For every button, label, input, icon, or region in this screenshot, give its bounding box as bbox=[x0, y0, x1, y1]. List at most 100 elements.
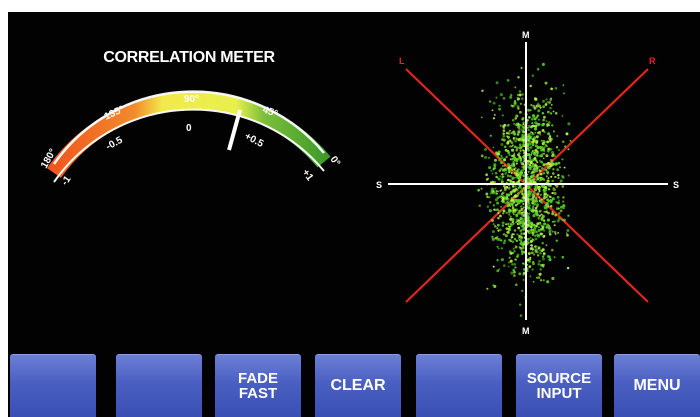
scatter-point bbox=[546, 218, 550, 222]
scatter-point bbox=[521, 253, 524, 256]
scatter-point bbox=[500, 180, 504, 184]
scatter-point bbox=[505, 132, 509, 135]
scatter-point bbox=[561, 140, 565, 144]
scatter-point bbox=[543, 206, 547, 210]
scatter-point bbox=[552, 220, 554, 223]
source-input-button[interactable]: SOURCE INPUT bbox=[516, 354, 602, 417]
scatter-point bbox=[503, 170, 506, 172]
scatter-point bbox=[514, 204, 518, 207]
scatter-point bbox=[537, 104, 542, 108]
scatter-point bbox=[517, 76, 520, 79]
scatter-point bbox=[516, 255, 519, 258]
scatter-point bbox=[545, 154, 549, 158]
scatter-point bbox=[503, 145, 507, 149]
scatter-point bbox=[527, 108, 531, 112]
scatter-point bbox=[517, 201, 520, 204]
softkey-2[interactable] bbox=[116, 354, 202, 417]
scatter-point bbox=[556, 201, 560, 205]
scatter-point bbox=[534, 209, 537, 212]
scatter-point bbox=[517, 107, 520, 110]
scatter-point bbox=[517, 130, 521, 134]
clear-button[interactable]: CLEAR bbox=[315, 354, 401, 417]
scatter-point bbox=[551, 276, 555, 281]
scatter-point bbox=[543, 150, 546, 153]
scatter-point bbox=[543, 184, 546, 187]
scatter-point bbox=[490, 187, 494, 191]
scatter-point bbox=[507, 124, 510, 126]
scatter-point bbox=[553, 224, 556, 227]
scatter-point bbox=[562, 207, 565, 210]
scatter-point bbox=[490, 169, 493, 172]
scatter-point bbox=[498, 214, 502, 218]
scatter-point bbox=[535, 200, 539, 203]
scatter-point bbox=[554, 213, 558, 217]
scatter-point bbox=[569, 139, 572, 142]
scatter-point bbox=[518, 272, 522, 276]
scatter-point bbox=[518, 143, 522, 147]
scatter-point bbox=[509, 215, 512, 218]
scatter-point bbox=[502, 209, 506, 213]
scatter-point bbox=[541, 227, 544, 231]
scatter-point bbox=[514, 258, 517, 261]
menu-button[interactable]: MENU bbox=[614, 354, 700, 417]
scatter-point bbox=[494, 187, 497, 190]
scatter-point bbox=[531, 193, 535, 197]
scatter-point bbox=[514, 117, 517, 120]
scatter-point bbox=[530, 103, 533, 107]
scatter-point bbox=[539, 169, 542, 173]
clear-label: CLEAR bbox=[330, 377, 386, 394]
scatter-point bbox=[548, 258, 552, 262]
softkey-1[interactable] bbox=[10, 354, 96, 417]
scatter-point bbox=[481, 89, 484, 92]
scatter-point bbox=[535, 116, 538, 119]
scatter-point bbox=[517, 157, 520, 161]
scatter-point bbox=[553, 230, 557, 234]
scatter-point bbox=[550, 103, 553, 106]
scatter-point bbox=[517, 125, 521, 128]
scope-label-top: M bbox=[522, 30, 530, 40]
scatter-point bbox=[513, 195, 517, 198]
scatter-point bbox=[547, 177, 550, 180]
scatter-point bbox=[535, 159, 538, 162]
scatter-point bbox=[507, 210, 511, 214]
scatter-point bbox=[509, 174, 513, 178]
scatter-point bbox=[530, 118, 534, 121]
scope-label-left: S bbox=[376, 180, 382, 190]
scatter-point bbox=[514, 245, 518, 249]
scatter-point bbox=[567, 174, 570, 177]
scatter-point bbox=[528, 204, 532, 207]
scatter-point bbox=[486, 195, 489, 199]
softkey-5[interactable] bbox=[416, 354, 502, 417]
scatter-point bbox=[526, 175, 530, 179]
scatter-point bbox=[533, 157, 537, 160]
scatter-point bbox=[529, 194, 532, 197]
scatter-point bbox=[535, 135, 539, 139]
scatter-point bbox=[527, 252, 531, 256]
fade-fast-button[interactable]: FADE FAST bbox=[215, 354, 301, 417]
source-input-line1: SOURCE bbox=[526, 370, 592, 387]
scatter-point bbox=[550, 148, 553, 151]
scatter-point bbox=[513, 145, 517, 149]
scatter-point bbox=[516, 191, 520, 195]
scatter-point bbox=[540, 279, 543, 282]
scatter-point bbox=[542, 163, 546, 167]
scatter-point bbox=[545, 98, 548, 101]
scatter-point bbox=[493, 180, 497, 184]
scatter-point bbox=[554, 86, 558, 90]
scatter-point bbox=[528, 212, 531, 215]
scatter-point bbox=[510, 271, 514, 275]
scatter-point bbox=[541, 214, 545, 218]
scatter-point bbox=[519, 172, 523, 175]
scatter-point bbox=[509, 129, 511, 132]
scatter-point bbox=[564, 145, 567, 148]
scatter-point bbox=[522, 206, 526, 209]
scatter-point bbox=[519, 217, 523, 221]
scatter-point bbox=[520, 229, 523, 232]
scatter-point bbox=[536, 145, 539, 148]
scatter-point bbox=[542, 115, 546, 119]
scatter-point bbox=[545, 225, 549, 229]
scatter-point bbox=[533, 245, 537, 248]
scatter-point bbox=[508, 256, 511, 259]
scatter-point bbox=[515, 213, 519, 217]
scatter-point bbox=[520, 165, 523, 168]
